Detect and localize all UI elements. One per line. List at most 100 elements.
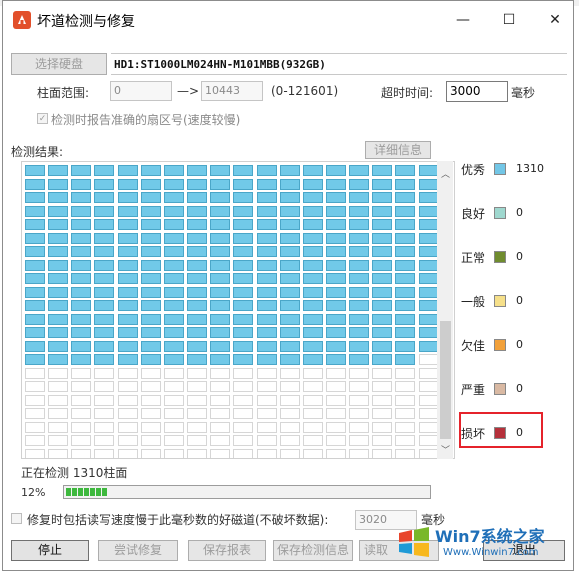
sector-cell: [163, 259, 184, 271]
legend-label: 优秀: [461, 163, 486, 177]
sector-cell: [233, 286, 254, 298]
legend-count: 0: [516, 382, 523, 395]
sector-cell: [117, 165, 138, 176]
sector-cell: [233, 394, 254, 406]
sector-cell: [48, 354, 69, 365]
sector-cell: [140, 340, 161, 352]
sector-cell: [187, 178, 208, 190]
sector-cell: [140, 354, 161, 365]
sector-cell: [233, 273, 254, 284]
sector-cell: [117, 381, 138, 392]
sector-cell: [325, 286, 346, 298]
range-end-field[interactable]: 10443: [201, 81, 263, 101]
stop-button[interactable]: 停止: [11, 540, 89, 561]
maximize-button[interactable]: ☐: [495, 9, 523, 31]
sector-cell: [210, 246, 231, 257]
scroll-thumb[interactable]: [440, 321, 451, 439]
sector-cell: [140, 421, 161, 433]
sector-cell: [256, 219, 277, 230]
sector-cell: [163, 448, 184, 458]
sector-cell: [418, 219, 439, 230]
sector-cell: [210, 259, 231, 271]
sector-cell: [210, 381, 231, 392]
sector-cell: [94, 300, 115, 311]
sector-cell: [94, 286, 115, 298]
report-sector-label: 检测时报告准确的扇区号(速度较慢): [51, 113, 241, 127]
sector-cell: [71, 408, 92, 419]
sector-cell: [233, 327, 254, 338]
sector-cell: [325, 246, 346, 257]
sector-cell: [372, 408, 393, 419]
sector-cell: [279, 246, 300, 257]
sector-cell: [325, 354, 346, 365]
scroll-up-icon[interactable]: ︿: [441, 167, 450, 180]
legend-label: 正常: [461, 251, 486, 265]
sector-cell: [94, 367, 115, 379]
sector-cell: [325, 313, 346, 325]
sector-cell: [256, 178, 277, 190]
select-disk-button[interactable]: 选择硬盘: [11, 53, 107, 75]
sector-cell: [256, 435, 277, 446]
sector-cell: [233, 367, 254, 379]
repair-slow-tracks-checkbox[interactable]: [11, 513, 22, 524]
sector-cell: [418, 313, 439, 325]
report-sector-checkbox[interactable]: ✓: [37, 113, 48, 124]
timeout-input[interactable]: 3000: [446, 81, 508, 102]
sector-cell: [279, 435, 300, 446]
sector-cell: [187, 273, 208, 284]
range-start-field[interactable]: 0: [110, 81, 172, 101]
sector-cell: [210, 327, 231, 338]
window-title: 坏道检测与修复: [37, 14, 135, 30]
sector-cell: [418, 421, 439, 433]
sector-cell: [302, 448, 323, 458]
sector-cell: [325, 259, 346, 271]
sector-cell: [187, 421, 208, 433]
minimize-button[interactable]: —: [449, 9, 477, 31]
sector-cell: [279, 219, 300, 230]
sector-cell: [117, 178, 138, 190]
sector-cell: [395, 354, 416, 365]
sector-cell: [372, 286, 393, 298]
sector-cell: [233, 340, 254, 352]
sector-cell: [25, 408, 45, 419]
watermark-title: Win7系统之家: [435, 527, 545, 546]
sector-cell: [233, 300, 254, 311]
sector-cell: [418, 448, 439, 458]
sector-cell: [395, 435, 416, 446]
sector-cell: [233, 313, 254, 325]
detail-info-button[interactable]: 详细信息: [365, 141, 431, 159]
sector-cell: [325, 367, 346, 379]
sector-cell: [187, 394, 208, 406]
sector-cell: [48, 232, 69, 244]
sector-cell: [325, 192, 346, 203]
timeout-unit: 毫秒: [511, 86, 536, 100]
sector-cell: [279, 205, 300, 217]
sector-cell: [256, 165, 277, 176]
scroll-down-icon[interactable]: ﹀: [441, 443, 450, 456]
sector-cell: [163, 421, 184, 433]
sector-cell: [140, 273, 161, 284]
sector-cell: [163, 327, 184, 338]
sector-cell: [117, 408, 138, 419]
progress-segment: [84, 488, 89, 496]
save-info-button[interactable]: 保存检测信息: [273, 540, 353, 561]
sector-cell: [48, 394, 69, 406]
range-total: (0-121601): [271, 84, 339, 98]
sector-cell: [372, 354, 393, 365]
sector-cell: [140, 219, 161, 230]
title-bar[interactable]: 坏道检测与修复 — ☐ ✕: [3, 1, 573, 39]
repair-slow-tracks-label: 修复时包括读写速度慢于此毫秒数的好磁道(不破坏数据):: [27, 513, 329, 527]
sector-cell: [372, 232, 393, 244]
sector-cell: [395, 367, 416, 379]
sector-cell: [210, 205, 231, 217]
close-button[interactable]: ✕: [541, 9, 569, 31]
sector-cell: [187, 340, 208, 352]
sector-cell: [48, 273, 69, 284]
sector-cell: [325, 394, 346, 406]
save-report-button[interactable]: 保存报表: [188, 540, 266, 561]
sector-cell: [233, 354, 254, 365]
sector-cell: [140, 246, 161, 257]
disk-name: HD1:ST1000LM024HN-M101MBB(932GB): [111, 53, 567, 75]
try-repair-button[interactable]: 尝试修复: [98, 540, 178, 561]
sector-cell: [279, 381, 300, 392]
